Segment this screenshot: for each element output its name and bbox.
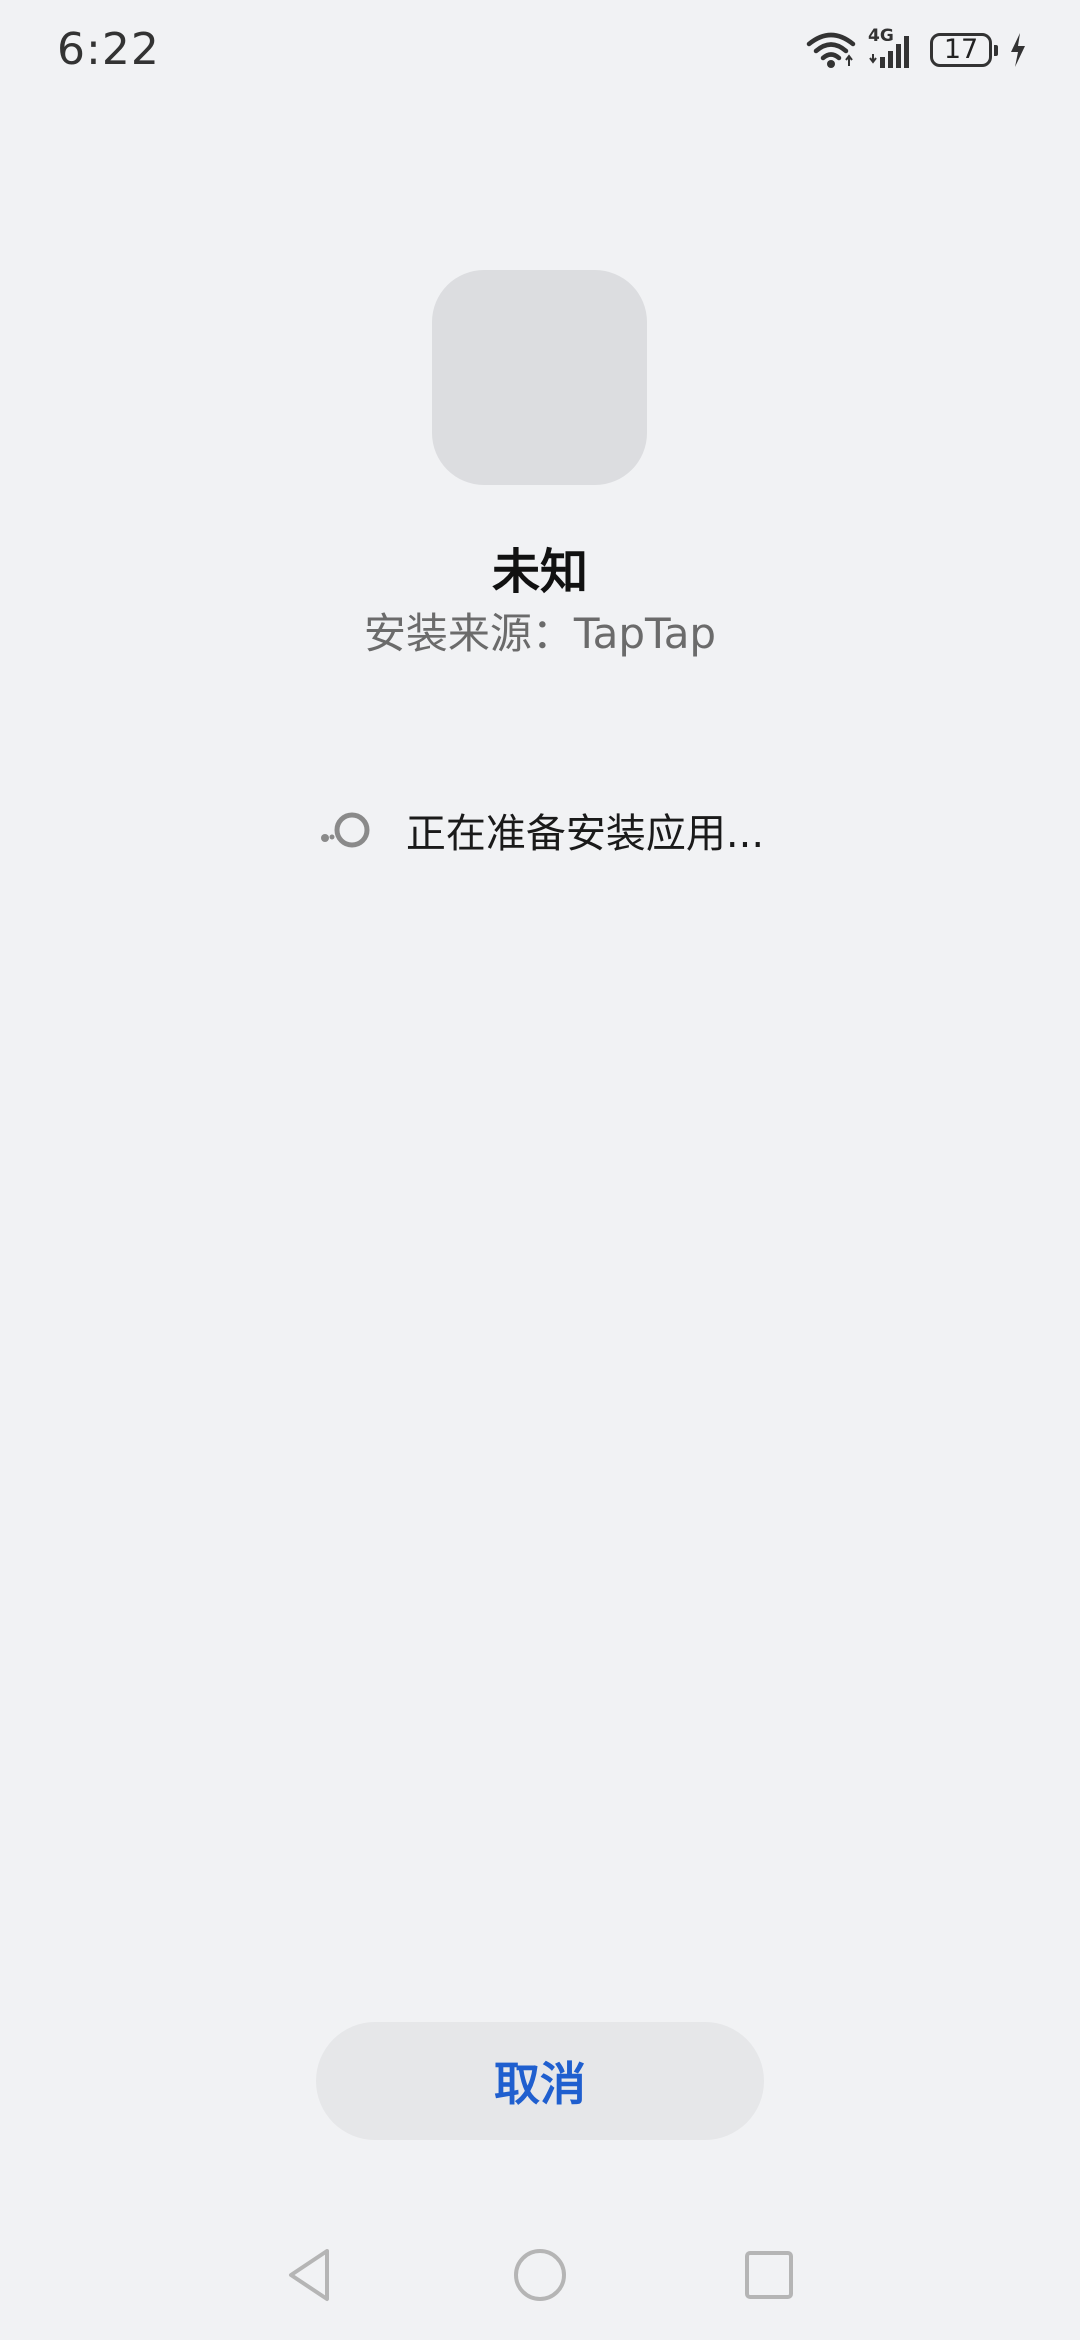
recents-button[interactable] [734, 2240, 804, 2310]
status-bar: 6:22 4G 17 [0, 0, 1080, 110]
status-time: 6:22 [57, 24, 160, 75]
wifi-icon [806, 32, 856, 68]
battery-icon: 17 [930, 33, 998, 67]
home-icon [514, 2249, 566, 2301]
back-button[interactable] [274, 2240, 344, 2310]
status-icons: 4G 17 [806, 26, 1028, 74]
loading-spinner-icon [320, 812, 370, 848]
navigation-bar [0, 2240, 1080, 2310]
app-name: 未知 [491, 544, 588, 600]
signal-icon: 4G [868, 26, 918, 70]
app-icon-placeholder [432, 270, 647, 485]
install-source: 安装来源：TapTap [363, 609, 717, 658]
back-icon [289, 2249, 329, 2301]
charging-icon [1011, 33, 1025, 67]
preparing-text: 正在准备安装应用... [405, 811, 765, 857]
preparing-status: 正在准备安装应用... [0, 800, 1080, 860]
install-screen: 6:22 4G 17 未知 安装来源：TapTap 正在准备安装应用... 取消 [0, 0, 1080, 2340]
home-button[interactable] [505, 2240, 575, 2310]
cancel-button[interactable]: 取消 [316, 2022, 764, 2140]
recents-icon [745, 2251, 793, 2299]
